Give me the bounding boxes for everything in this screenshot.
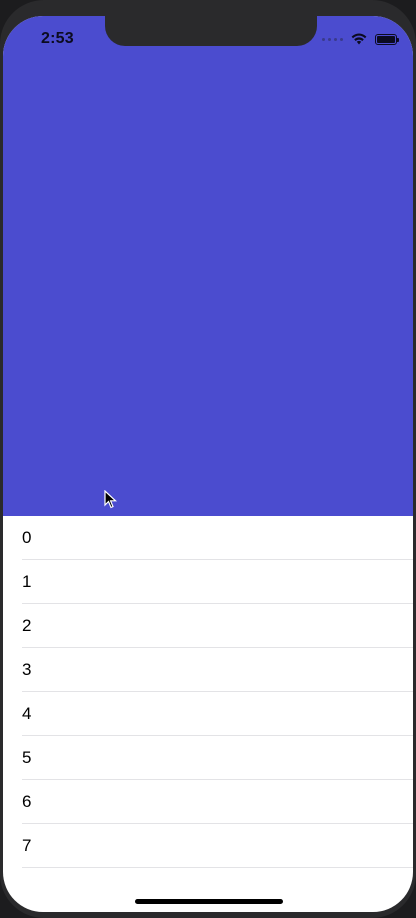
row-label: 6 bbox=[22, 792, 32, 811]
table-row[interactable]: 2 bbox=[3, 604, 413, 648]
device-frame: 2:53 0 1 2 3 4 5 6 7 bbox=[0, 0, 416, 918]
row-label: 7 bbox=[22, 836, 32, 855]
table-row[interactable]: 5 bbox=[3, 736, 413, 780]
table-row[interactable]: 0 bbox=[3, 516, 413, 560]
row-label: 0 bbox=[22, 528, 32, 547]
row-label: 4 bbox=[22, 704, 32, 723]
row-label: 3 bbox=[22, 660, 32, 679]
table-list[interactable]: 0 1 2 3 4 5 6 7 bbox=[3, 516, 413, 868]
mouse-pointer-icon bbox=[104, 490, 118, 509]
table-row[interactable]: 4 bbox=[3, 692, 413, 736]
status-icons bbox=[322, 30, 399, 48]
header-color-block bbox=[3, 16, 413, 516]
battery-icon bbox=[375, 33, 399, 45]
screen: 2:53 0 1 2 3 4 5 6 7 bbox=[3, 16, 413, 912]
status-time: 2:53 bbox=[41, 30, 74, 47]
row-label: 5 bbox=[22, 748, 32, 767]
table-row[interactable]: 1 bbox=[3, 560, 413, 604]
signal-dots-icon bbox=[322, 37, 343, 41]
table-row[interactable]: 3 bbox=[3, 648, 413, 692]
row-label: 1 bbox=[22, 572, 32, 591]
row-label: 2 bbox=[22, 616, 32, 635]
wifi-icon bbox=[351, 33, 367, 45]
table-row[interactable]: 6 bbox=[3, 780, 413, 824]
home-indicator[interactable] bbox=[135, 899, 283, 904]
device-notch bbox=[105, 16, 317, 46]
table-row[interactable]: 7 bbox=[3, 824, 413, 868]
